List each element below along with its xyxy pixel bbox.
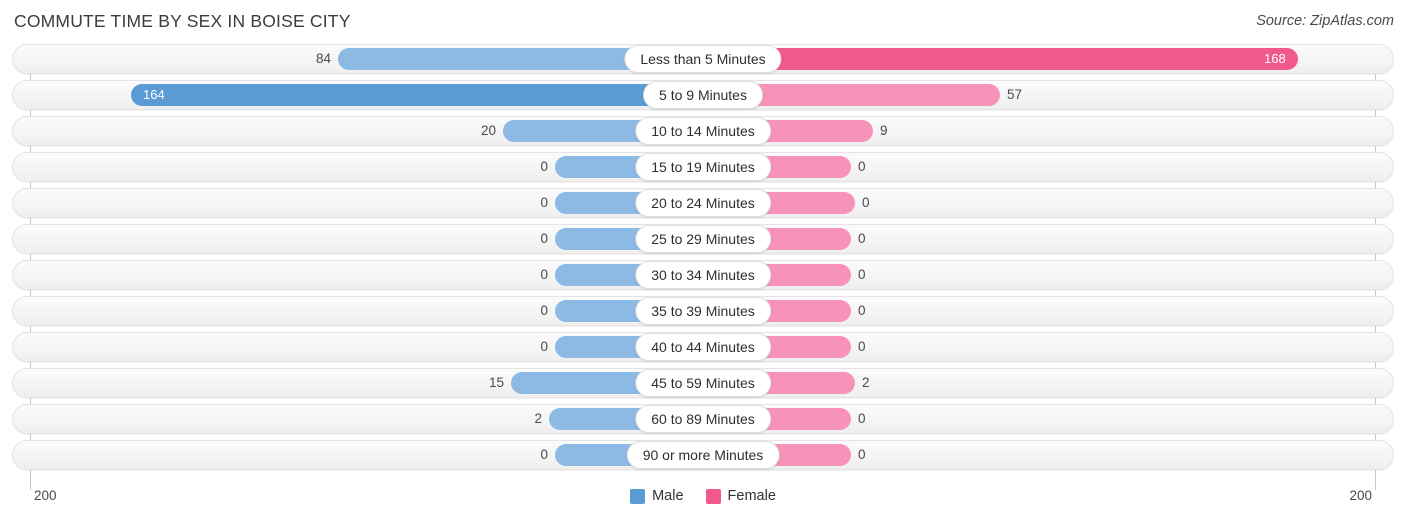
legend-item[interactable]: Male [630, 488, 684, 504]
bar-value-female: 57 [1007, 87, 1023, 102]
bar-value-female: 0 [858, 231, 866, 246]
category-label-pill: 15 to 19 Minutes [635, 153, 771, 181]
category-label-pill: 20 to 24 Minutes [635, 189, 771, 217]
category-label-pill: 25 to 29 Minutes [635, 225, 771, 253]
category-label-pill: 45 to 59 Minutes [635, 369, 771, 397]
category-label-pill: 10 to 14 Minutes [635, 117, 771, 145]
bar-value-male: 164 [143, 87, 165, 102]
category-label-pill: 90 or more Minutes [626, 441, 780, 469]
bar-value-male: 0 [540, 339, 548, 354]
bar-row: 2 0 60 to 89 Minutes [0, 404, 1406, 434]
bar-row: 84 168 Less than 5 Minutes [0, 44, 1406, 74]
bar-value-male: 2 [534, 411, 542, 426]
bar-row: 164 57 5 to 9 Minutes [0, 80, 1406, 110]
bar-value-female: 0 [862, 195, 870, 210]
bar-row: 0 0 30 to 34 Minutes [0, 260, 1406, 290]
page-title: COMMUTE TIME BY SEX IN BOISE CITY [14, 11, 351, 31]
bar-value-male: 0 [540, 303, 548, 318]
bar-row: 0 0 35 to 39 Minutes [0, 296, 1406, 326]
chart-plot-area: 84 168 Less than 5 Minutes 164 57 5 to 9 Minu… [0, 44, 1406, 490]
bar-value-female: 0 [858, 303, 866, 318]
bar-value-female: 2 [862, 375, 870, 390]
chart-header: COMMUTE TIME BY SEX IN BOISE CITY Source… [0, 0, 1406, 44]
bar-row: 0 0 90 or more Minutes [0, 440, 1406, 470]
bar-row: 0 0 40 to 44 Minutes [0, 332, 1406, 362]
legend-swatch-icon [630, 488, 646, 504]
chart-legend: Male Female [0, 488, 1406, 504]
bar-row: 0 0 20 to 24 Minutes [0, 188, 1406, 218]
bar-value-male: 84 [315, 51, 331, 66]
bar-value-male: 0 [540, 159, 548, 174]
bar-male[interactable] [131, 84, 703, 106]
bar-rows-container: 84 168 Less than 5 Minutes 164 57 5 to 9 Minu… [0, 44, 1406, 470]
bar-value-male: 0 [540, 447, 548, 462]
bar-value-female: 0 [858, 447, 866, 462]
source-attribution: Source: ZipAtlas.com [1256, 13, 1394, 29]
category-label-pill: 35 to 39 Minutes [635, 297, 771, 325]
category-label-pill: 5 to 9 Minutes [643, 81, 763, 109]
bar-row: 0 0 15 to 19 Minutes [0, 152, 1406, 182]
bar-value-female: 0 [858, 267, 866, 282]
bar-value-male: 0 [540, 267, 548, 282]
bar-row: 15 2 45 to 59 Minutes [0, 368, 1406, 398]
bar-row: 20 9 10 to 14 Minutes [0, 116, 1406, 146]
bar-value-female: 0 [858, 339, 866, 354]
category-label-pill: 60 to 89 Minutes [635, 405, 771, 433]
bar-value-female: 9 [880, 123, 888, 138]
bar-row: 0 0 25 to 29 Minutes [0, 224, 1406, 254]
bar-value-female: 168 [1264, 51, 1286, 66]
category-label-pill: 40 to 44 Minutes [635, 333, 771, 361]
legend-label: Male [652, 488, 684, 504]
legend-item[interactable]: Female [705, 488, 776, 504]
category-label-pill: 30 to 34 Minutes [635, 261, 771, 289]
bar-value-male: 20 [480, 123, 496, 138]
bar-value-male: 15 [488, 375, 504, 390]
bar-value-female: 0 [858, 159, 866, 174]
category-label-pill: Less than 5 Minutes [624, 45, 782, 73]
chart-footer: 200 200 Male Female [0, 484, 1406, 523]
legend-swatch-icon [705, 488, 721, 504]
bar-value-male: 0 [540, 195, 548, 210]
bar-value-male: 0 [540, 231, 548, 246]
bar-female[interactable] [703, 48, 1298, 70]
legend-label: Female [727, 488, 776, 504]
bar-value-female: 0 [858, 411, 866, 426]
